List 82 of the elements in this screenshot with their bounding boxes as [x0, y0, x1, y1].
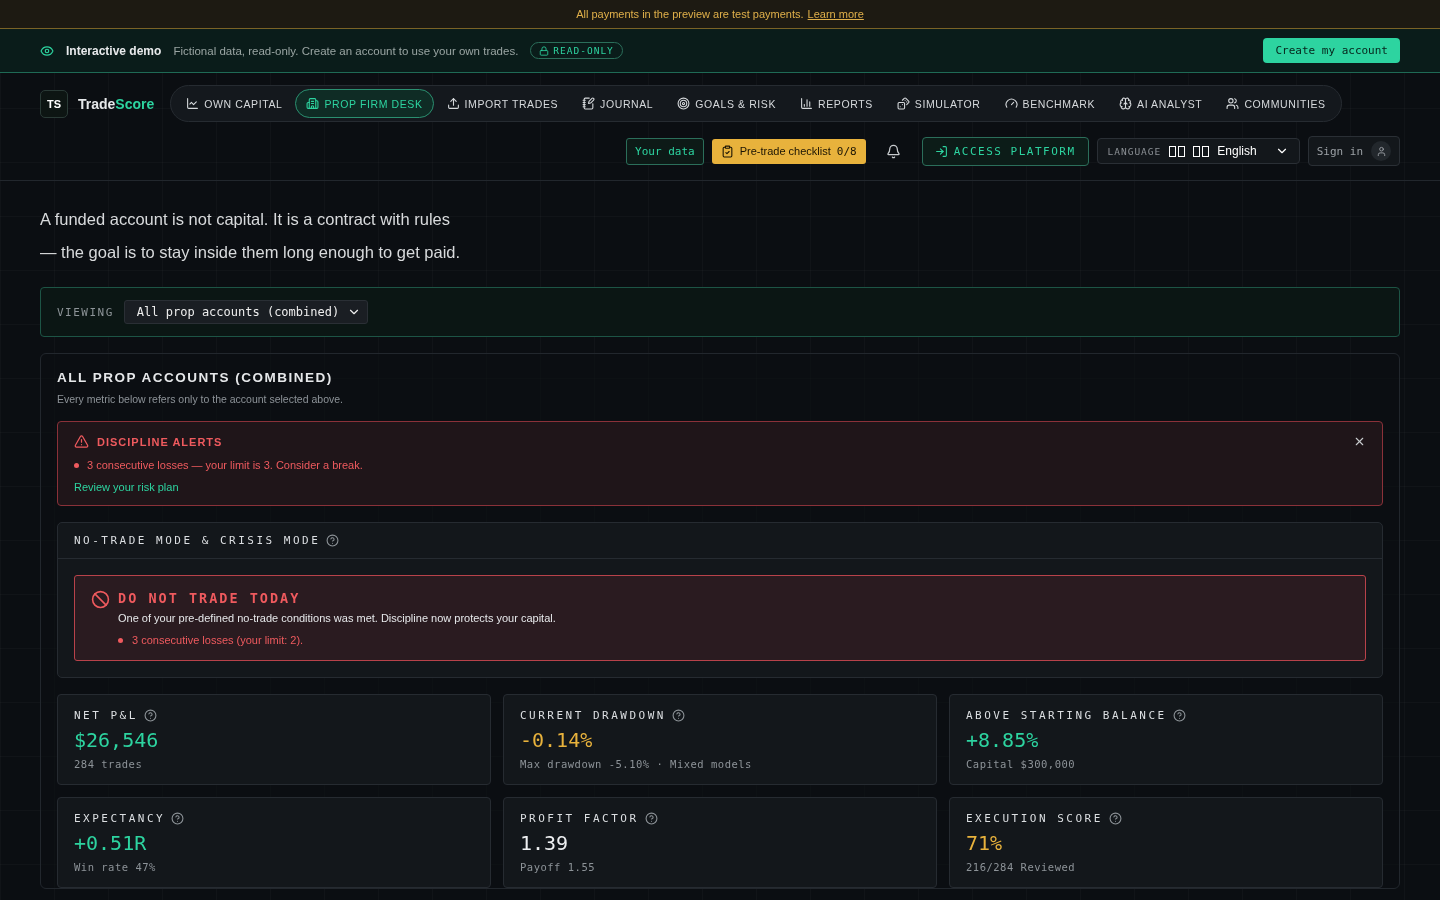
bullet-icon: [118, 637, 123, 643]
help-icon[interactable]: [671, 709, 685, 722]
risk-plan-link[interactable]: Review your risk plan: [74, 481, 1366, 493]
help-icon[interactable]: [1108, 812, 1122, 825]
nav-tab[interactable]: SIMULATOR: [885, 89, 992, 118]
nav-tab[interactable]: OWN CAPITAL: [175, 89, 294, 118]
help-icon[interactable]: [644, 812, 658, 825]
account-select[interactable]: All prop accounts (combined): [123, 300, 369, 324]
nav-tab[interactable]: AI ANALYST: [1108, 89, 1214, 118]
language-select[interactable]: LANGUAGE English: [1096, 138, 1300, 164]
upload-icon: [446, 97, 460, 110]
your-data-button[interactable]: Your data: [626, 137, 704, 165]
metric-label: NET P&L: [74, 709, 138, 722]
nav-tab[interactable]: GOALS & RISK: [666, 89, 788, 118]
metric-label: PROFIT FACTOR: [520, 812, 639, 825]
demo-title: Interactive demo: [66, 43, 162, 58]
intro-text: A funded account is not capital. It is a contract with rules: [40, 209, 451, 230]
clipboard-icon: [720, 144, 734, 158]
metric-note: Capital $300,000: [966, 758, 1077, 770]
metric-label: EXPECTANCY: [74, 812, 166, 825]
metric-note: Max drawdown -5.10% · Mixed models: [520, 758, 753, 770]
alert-title: DISCIPLINE ALERTS: [97, 435, 223, 448]
metric-value: $26,546: [74, 728, 160, 752]
bar-chart-icon: [800, 97, 814, 110]
nav-tab[interactable]: REPORTS: [789, 89, 884, 118]
metric-note: 284 trades: [74, 758, 144, 770]
demo-description: Fictional data, read-only. Create an account to use your own trades.: [173, 44, 519, 57]
line-chart-icon: [186, 97, 200, 110]
eye-icon: [40, 43, 54, 58]
logo: TS: [40, 89, 68, 118]
metric-value: +0.51R: [74, 831, 148, 855]
intro-text: — the goal is to stay inside them long enough to get paid.: [40, 242, 462, 263]
viewing-label: VIEWING: [57, 305, 114, 319]
metric-note: Win rate 47%: [74, 861, 157, 873]
checklist-button[interactable]: Pre-trade checklist 0/8: [711, 138, 866, 164]
help-icon[interactable]: [326, 534, 340, 547]
building-icon: [306, 97, 320, 110]
nav-tab[interactable]: COMMUNITIES: [1215, 89, 1337, 118]
gauge-icon: [1004, 97, 1018, 110]
notebook-icon: [582, 97, 596, 110]
metric-value: 1.39: [520, 831, 570, 855]
metric-note: Payoff 1.55: [520, 861, 597, 873]
no-trade-text: One of your pre-defined no-trade conditions was met. Discipline now protects your capital.: [118, 612, 556, 624]
create-account-button[interactable]: Create my account: [1263, 38, 1400, 63]
reason-text: 3 consecutive losses (your limit: 2).: [132, 634, 304, 646]
nav-tab[interactable]: JOURNAL: [571, 89, 665, 118]
nav-tab[interactable]: PROP FIRM DESK: [295, 89, 434, 118]
help-icon[interactable]: [1172, 709, 1186, 722]
user-icon: [1371, 141, 1391, 161]
warning-icon: [74, 434, 89, 449]
metric-value: +8.85%: [966, 728, 1040, 752]
bell-icon[interactable]: [886, 143, 902, 159]
banner-text: All payments in the preview are test payments.: [576, 8, 804, 20]
access-platform-button[interactable]: ACCESS PLATFORM: [921, 136, 1089, 166]
missing-glyph-icon: [1169, 145, 1186, 157]
metric-value: 71%: [966, 831, 1004, 855]
login-icon: [934, 144, 948, 158]
target-icon: [677, 97, 691, 110]
dice-icon: [896, 97, 910, 110]
learn-more-link[interactable]: Learn more: [807, 8, 864, 20]
missing-glyph-icon: [1193, 145, 1210, 157]
users-icon: [1226, 97, 1240, 110]
metric-label: ABOVE STARTING BALANCE: [966, 709, 1167, 722]
close-button[interactable]: [1353, 435, 1366, 448]
brain-icon: [1119, 97, 1133, 110]
panel-subtitle: Every metric below refers only to the account selected above.: [57, 393, 344, 405]
bullet-icon: [74, 462, 79, 468]
crisis-title: NO-TRADE MODE & CRISIS MODE: [74, 534, 321, 547]
help-icon[interactable]: [171, 812, 185, 825]
nav-tab[interactable]: BENCHMARK: [993, 89, 1107, 118]
no-trade-title: DO NOT TRADE TODAY: [118, 590, 302, 606]
brand-name: TradeScore: [78, 95, 155, 112]
sign-in-button[interactable]: Sign in: [1307, 136, 1400, 166]
panel-title: ALL PROP ACCOUNTS (COMBINED): [57, 370, 334, 385]
metric-label: EXECUTION SCORE: [966, 812, 1103, 825]
metric-value: -0.14%: [520, 728, 594, 752]
help-icon[interactable]: [143, 709, 157, 722]
prohibited-icon: [91, 590, 110, 609]
metric-label: CURRENT DRAWDOWN: [520, 709, 666, 722]
nav-tab[interactable]: IMPORT TRADES: [435, 89, 570, 118]
metric-note: 216/284 Reviewed: [966, 861, 1077, 873]
alert-text: 3 consecutive losses — your limit is 3. Consider a break.: [87, 459, 363, 471]
